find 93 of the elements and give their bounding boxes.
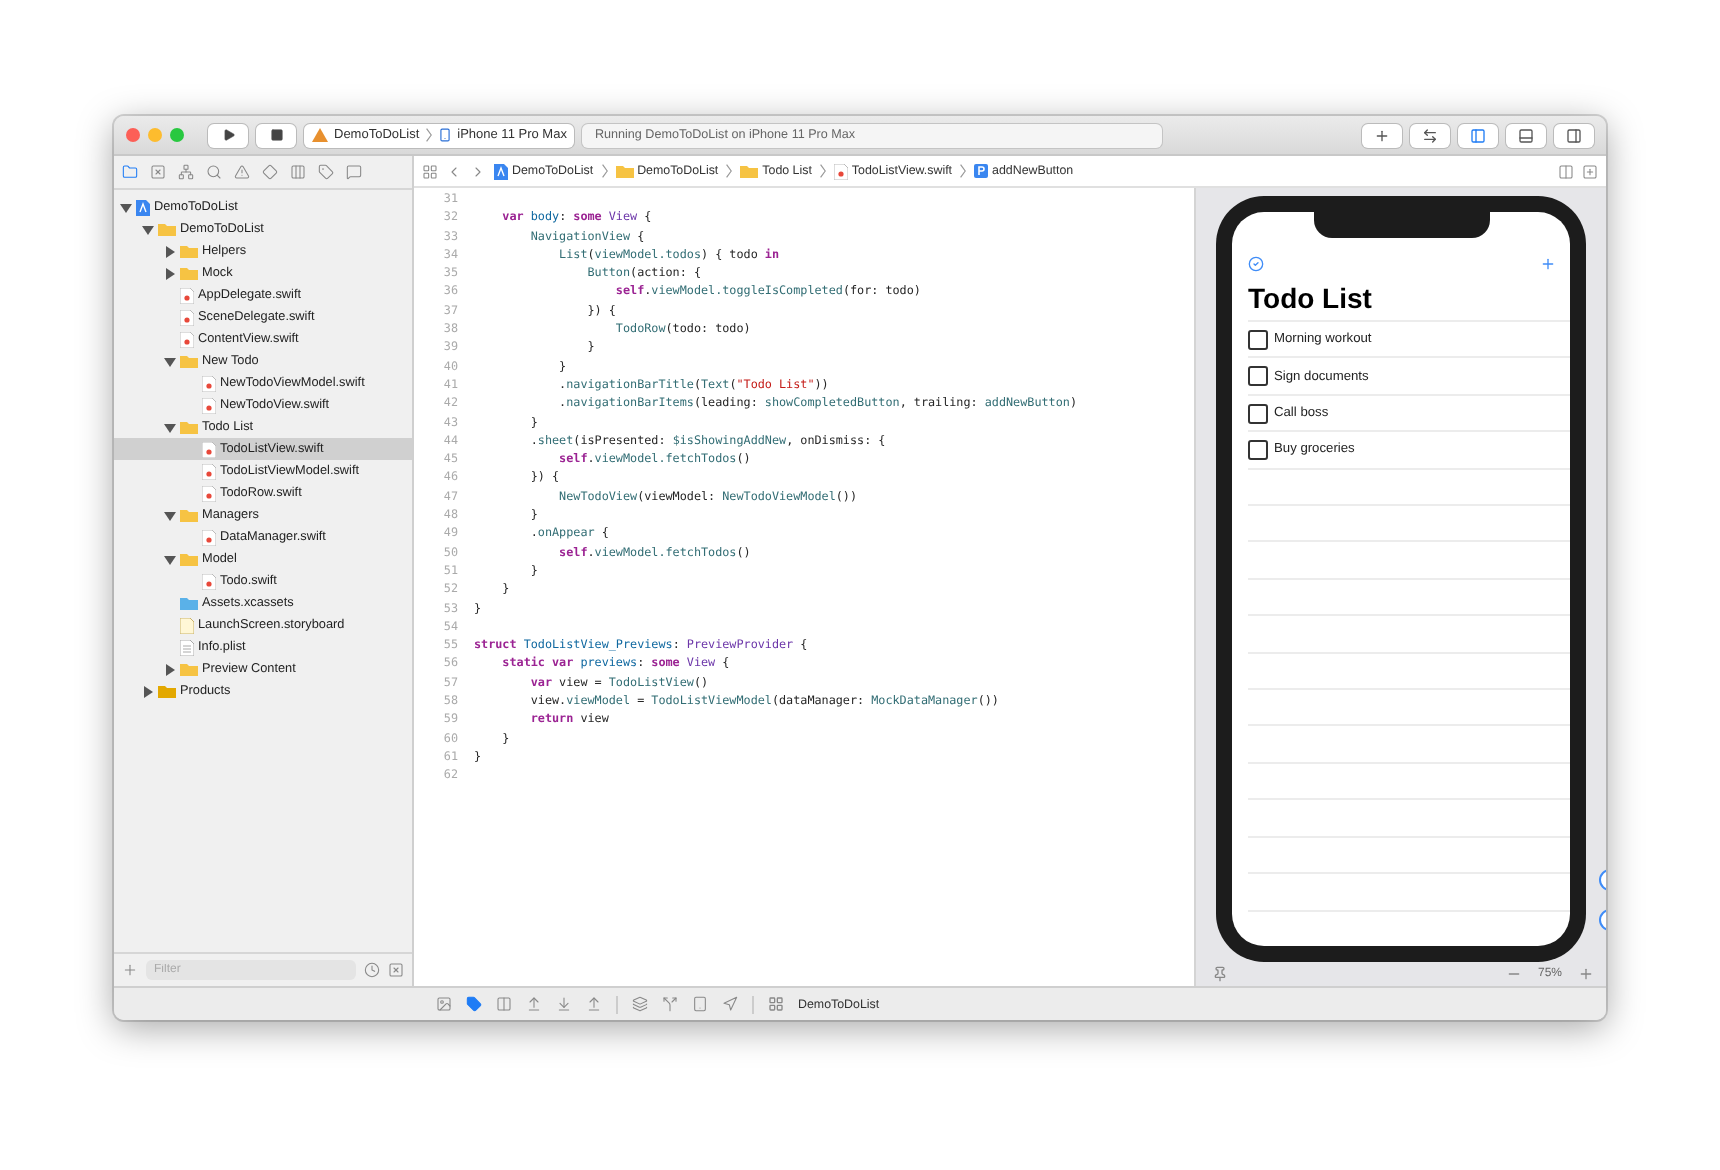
right-panel-icon [1566, 127, 1582, 143]
swift-file-icon [180, 309, 194, 325]
disclosure-triangle-icon[interactable] [164, 245, 176, 257]
graph-icon[interactable] [662, 996, 678, 1012]
step-over-icon[interactable] [526, 996, 542, 1012]
chevron-icon [819, 164, 826, 178]
project-icon [494, 163, 508, 179]
arrows-icon [1422, 127, 1438, 143]
source-control-icon[interactable] [150, 164, 166, 180]
navigator-toggle-button[interactable] [1458, 123, 1498, 147]
stop-button[interactable] [256, 123, 296, 147]
disclosure-triangle-icon[interactable] [164, 355, 176, 367]
hierarchy-icon[interactable] [178, 164, 194, 180]
code-review-button[interactable] [1410, 123, 1450, 147]
screen-title: Todo List [1246, 280, 1374, 318]
environment-icon[interactable] [692, 996, 708, 1012]
list-file-icon [180, 639, 194, 655]
add-library-button[interactable] [1362, 123, 1402, 147]
storyboard-file-icon [180, 617, 194, 633]
checkbox[interactable] [1248, 403, 1268, 424]
disclosure-triangle-icon[interactable] [164, 509, 176, 521]
add-editor-icon[interactable] [1582, 163, 1598, 179]
folder-icon [180, 354, 198, 368]
swift-file-icon [202, 485, 216, 501]
pin-icon[interactable] [1212, 966, 1228, 982]
device-icon [437, 128, 452, 142]
disclosure-triangle-icon[interactable] [164, 663, 176, 675]
inspector-toggle-button[interactable] [1554, 123, 1594, 147]
warning-icon[interactable] [234, 164, 250, 180]
disclosure-triangle-icon[interactable] [142, 685, 154, 697]
search-icon[interactable] [206, 164, 222, 180]
checkbox[interactable] [1248, 366, 1268, 387]
step-out-icon[interactable] [586, 996, 602, 1012]
breakpoint-icon[interactable] [466, 996, 482, 1012]
back-icon[interactable] [446, 163, 462, 179]
folder-icon [180, 508, 198, 522]
play-icon [221, 128, 235, 142]
checkmark-circle-icon[interactable] [1248, 256, 1264, 272]
view-hierarchy-icon[interactable] [632, 996, 648, 1012]
add-icon[interactable] [1540, 256, 1556, 272]
checkbox[interactable] [1248, 329, 1268, 350]
tag-icon[interactable] [318, 164, 334, 180]
folder-icon [180, 552, 198, 566]
disclosure-triangle-icon[interactable] [142, 223, 154, 235]
stop-icon [269, 128, 283, 142]
swift-file-icon [202, 463, 216, 479]
swift-file-icon [202, 441, 216, 457]
grid-icon[interactable] [422, 163, 438, 179]
chevron-icon [726, 164, 733, 178]
folder-icon [180, 596, 198, 610]
swift-file-icon [202, 529, 216, 545]
hammer-app-icon [312, 128, 328, 142]
image-icon[interactable] [436, 996, 452, 1012]
left-panel-icon [1470, 127, 1486, 143]
swift-file-icon [180, 331, 194, 347]
debug-area-toggle-button[interactable] [1506, 123, 1546, 147]
plus-icon [1374, 127, 1390, 143]
swift-file-icon [202, 573, 216, 589]
property-icon [974, 164, 989, 178]
swift-file-icon [202, 397, 216, 413]
folder-icon [615, 164, 634, 178]
step-into-icon[interactable] [556, 996, 572, 1012]
bottom-panel-icon [1518, 127, 1534, 143]
disclosure-triangle-icon[interactable] [120, 201, 132, 213]
run-button[interactable] [208, 123, 248, 147]
chevron-icon [425, 128, 432, 142]
disclosure-triangle-icon[interactable] [164, 553, 176, 565]
swift-file-icon [202, 375, 216, 391]
disclosure-triangle-icon[interactable] [164, 421, 176, 433]
close-button[interactable] [126, 128, 140, 142]
message-icon[interactable] [346, 164, 362, 180]
square-icon[interactable] [388, 962, 404, 978]
location-icon[interactable] [722, 996, 738, 1012]
checkbox[interactable] [1248, 439, 1268, 460]
swift-file-icon [180, 287, 194, 303]
grid-icon [768, 996, 784, 1012]
folder-icon [740, 164, 759, 178]
clock-icon[interactable] [364, 962, 380, 978]
zoom-button[interactable] [170, 128, 184, 142]
folder-icon [180, 420, 198, 434]
diamond-icon[interactable] [262, 164, 278, 180]
project-icon [136, 199, 150, 215]
forward-icon[interactable] [470, 163, 486, 179]
add-icon[interactable] [122, 962, 138, 978]
disclosure-triangle-icon[interactable] [164, 267, 176, 279]
editor-options-icon[interactable] [1558, 163, 1574, 179]
chevron-icon [601, 164, 608, 178]
folder-icon[interactable] [122, 164, 138, 180]
chevron-icon [960, 164, 967, 178]
swift-file-icon [833, 163, 848, 179]
zoom-in-icon[interactable] [1578, 966, 1594, 982]
pause-icon[interactable] [496, 996, 512, 1012]
columns-icon[interactable] [290, 164, 306, 180]
